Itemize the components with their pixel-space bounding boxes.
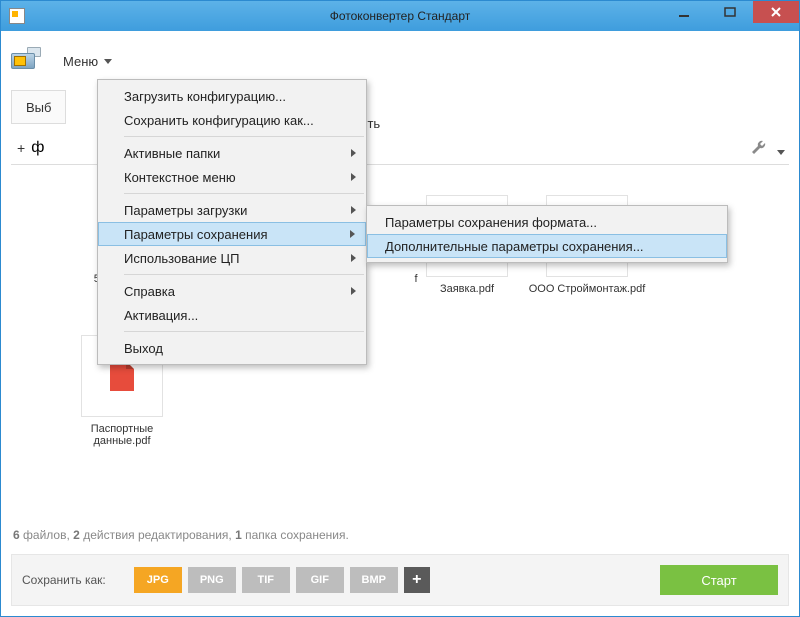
menu-label: Меню bbox=[63, 54, 98, 69]
menu-item-download-params[interactable]: Параметры загрузки bbox=[98, 198, 366, 222]
menu-item-activation[interactable]: Активация... bbox=[98, 303, 366, 327]
save-params-submenu: Параметры сохранения формата... Дополнит… bbox=[366, 205, 728, 263]
menu-item-save-params[interactable]: Параметры сохранения bbox=[98, 222, 366, 246]
chevron-right-icon bbox=[351, 149, 356, 157]
format-jpg[interactable]: JPG bbox=[134, 567, 182, 593]
settings-wrench-icon[interactable] bbox=[749, 137, 785, 162]
status-folders-word: папка сохранения. bbox=[245, 528, 349, 542]
menu-separator bbox=[124, 274, 364, 275]
format-bmp[interactable]: BMP bbox=[350, 567, 398, 593]
status-actions-count: 2 bbox=[73, 528, 80, 542]
menu-item-label: Использование ЦП bbox=[124, 251, 239, 266]
menu-separator bbox=[124, 193, 364, 194]
top-strip: Меню bbox=[11, 41, 789, 81]
format-png[interactable]: PNG bbox=[188, 567, 236, 593]
menu-item-label: Параметры загрузки bbox=[124, 203, 247, 218]
status-line: 6 файлов, 2 действия редактирования, 1 п… bbox=[13, 528, 349, 542]
format-gif[interactable]: GIF bbox=[296, 567, 344, 593]
menu-item-load-config[interactable]: Загрузить конфигурацию... bbox=[98, 84, 366, 108]
chevron-right-icon bbox=[351, 206, 356, 214]
add-files-text-fragment: ф bbox=[31, 139, 44, 157]
minimize-button[interactable] bbox=[661, 1, 707, 23]
printer-icon bbox=[11, 47, 43, 75]
menu-item-context-menu[interactable]: Контекстное меню bbox=[98, 165, 366, 189]
menu-item-cpu-usage[interactable]: Использование ЦП bbox=[98, 246, 366, 270]
menu-separator bbox=[124, 136, 364, 137]
menu-separator bbox=[124, 331, 364, 332]
chevron-right-icon bbox=[351, 173, 356, 181]
main-menu-dropdown: Загрузить конфигурацию... Сохранить конф… bbox=[97, 79, 367, 365]
status-files-word: файлов, bbox=[23, 528, 70, 542]
menu-item-label: Активные папки bbox=[124, 146, 220, 161]
format-add[interactable]: + bbox=[404, 567, 430, 593]
plus-icon: + bbox=[11, 140, 31, 156]
format-tif[interactable]: TIF bbox=[242, 567, 290, 593]
maximize-button[interactable] bbox=[707, 1, 753, 23]
pdf-icon bbox=[110, 361, 134, 391]
file-name: Паспортные данные.pdf bbox=[67, 423, 177, 447]
chevron-right-icon bbox=[351, 254, 356, 262]
start-button[interactable]: Старт bbox=[660, 565, 778, 595]
close-button[interactable] bbox=[753, 1, 799, 23]
submenu-item-format-save-params[interactable]: Параметры сохранения формата... bbox=[367, 210, 727, 234]
menu-item-help[interactable]: Справка bbox=[98, 279, 366, 303]
titlebar: Фотоконвертер Стандарт bbox=[1, 1, 799, 31]
status-actions-word: действия редактирования, bbox=[83, 528, 232, 542]
tab-select[interactable]: Выб bbox=[11, 90, 66, 124]
file-name: Заявка.pdf bbox=[417, 283, 517, 295]
chevron-right-icon bbox=[350, 230, 355, 238]
menu-item-label: Контекстное меню bbox=[124, 170, 236, 185]
chevron-right-icon bbox=[351, 287, 356, 295]
chevron-down-icon bbox=[104, 59, 112, 64]
menu-item-label: Параметры сохранения bbox=[124, 227, 268, 242]
menu-item-save-config-as[interactable]: Сохранить конфигурацию как... bbox=[98, 108, 366, 132]
menu-item-exit[interactable]: Выход bbox=[98, 336, 366, 360]
save-as-label: Сохранить как: bbox=[22, 573, 106, 587]
menu-item-label: Справка bbox=[124, 284, 175, 299]
menu-item-active-folders[interactable]: Активные папки bbox=[98, 141, 366, 165]
status-folders-count: 1 bbox=[235, 528, 242, 542]
submenu-item-additional-save-params[interactable]: Дополнительные параметры сохранения... bbox=[367, 234, 727, 258]
bottom-bar: Сохранить как: JPG PNG TIF GIF BMP + Ста… bbox=[11, 554, 789, 606]
window-controls bbox=[661, 1, 799, 31]
status-files-count: 6 bbox=[13, 528, 20, 542]
menu-button[interactable]: Меню bbox=[53, 48, 122, 75]
file-name: ООО Строймонтаж.pdf bbox=[527, 283, 647, 295]
